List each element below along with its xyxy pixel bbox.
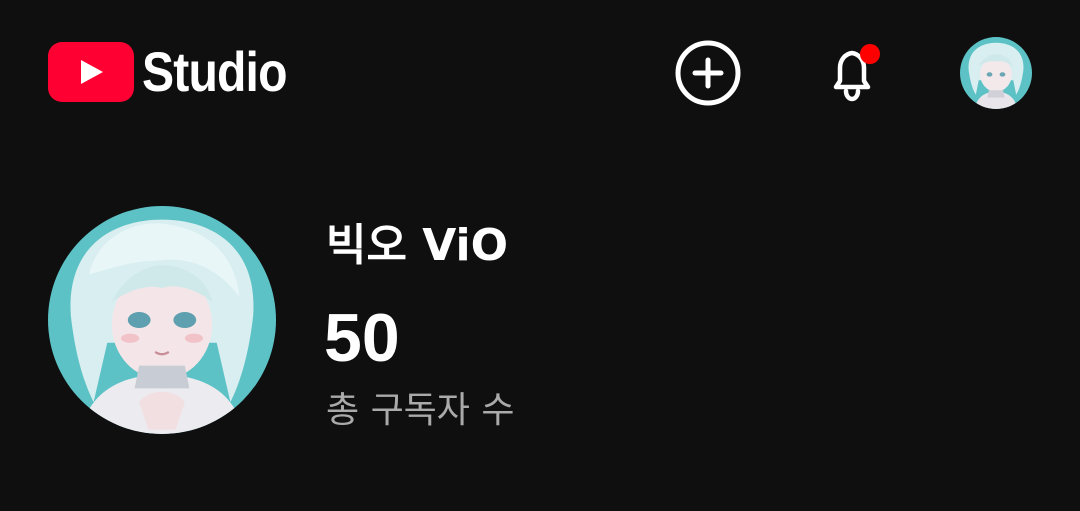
- youtube-studio-logo[interactable]: Studio: [48, 42, 310, 102]
- subscriber-label: 총 구독자 수: [326, 390, 515, 431]
- add-circle-icon: [675, 40, 741, 106]
- youtube-logo-icon: [48, 42, 134, 102]
- channel-summary: 빅오 ViO 50 총 구독자 수: [0, 150, 1080, 511]
- account-avatar: [960, 37, 1032, 109]
- notification-dot: [860, 44, 880, 64]
- bell-icon: [833, 44, 880, 102]
- channel-avatar[interactable]: [48, 206, 276, 434]
- account-avatar-button[interactable]: [960, 37, 1032, 109]
- play-icon: [81, 60, 103, 84]
- channel-avatar-image: [48, 206, 276, 434]
- logo-text: Studio: [142, 40, 288, 103]
- channel-name: 빅오 ViO: [326, 220, 509, 271]
- top-app-bar: Studio: [0, 0, 1080, 150]
- create-button[interactable]: [672, 37, 744, 109]
- subscriber-count: 50: [324, 300, 400, 376]
- notifications-button[interactable]: [816, 37, 888, 109]
